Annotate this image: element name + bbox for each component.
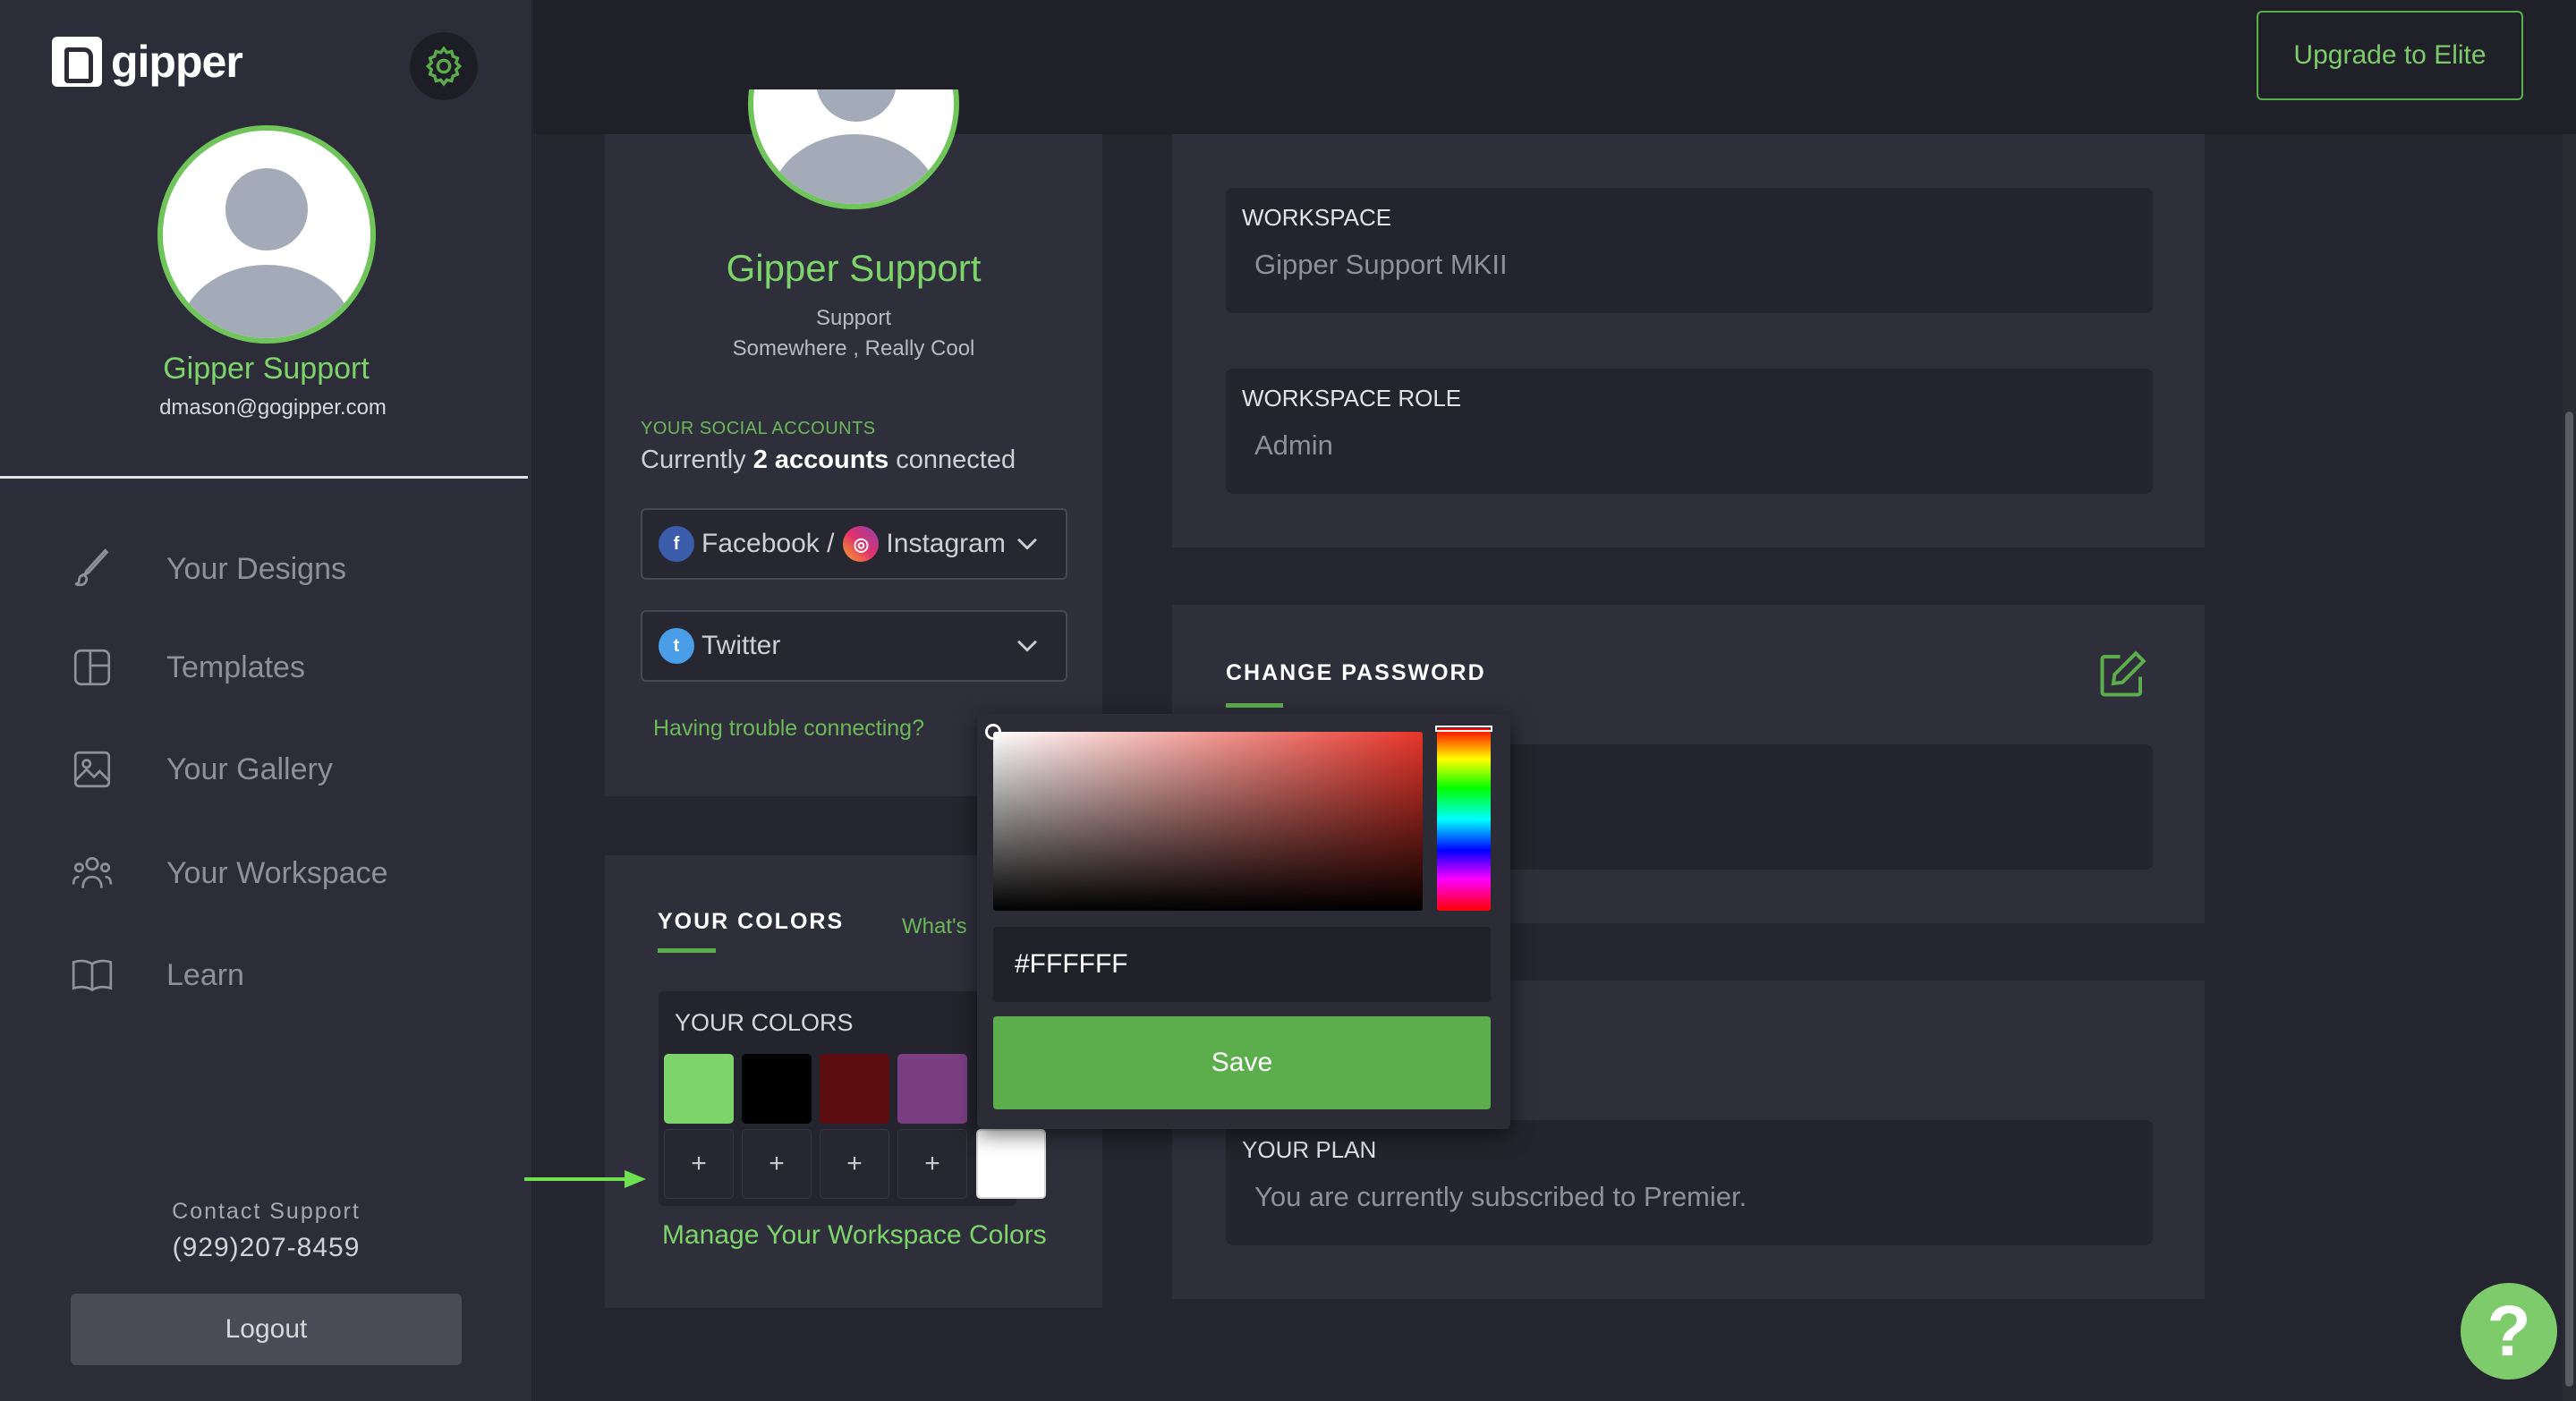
saturation-handle[interactable]: [985, 724, 1001, 740]
gipper-logo-icon: [52, 37, 102, 87]
brush-icon: [74, 548, 109, 587]
upgrade-button[interactable]: Upgrade to Elite: [2257, 11, 2523, 100]
field-label: YOUR PLAN: [1242, 1136, 1377, 1163]
sidebar-item-label: Your Designs: [166, 551, 346, 586]
sidebar-item-learn[interactable]: Learn: [70, 948, 499, 1002]
sidebar-user-email: dmason@gogipper.com: [159, 395, 387, 420]
hue-slider[interactable]: [1437, 728, 1491, 911]
logout-button[interactable]: Logout: [71, 1294, 462, 1365]
sidebar-item-templates[interactable]: Templates: [70, 641, 499, 694]
book-icon: [72, 959, 113, 992]
plan-field: YOUR PLAN You are currently subscribed t…: [1226, 1120, 2153, 1245]
saturation-area[interactable]: [993, 732, 1423, 911]
hue-handle[interactable]: [1435, 726, 1492, 732]
account-label: Facebook /: [701, 529, 835, 558]
account-label: Instagram: [886, 529, 1006, 558]
templates-icon: [73, 649, 111, 686]
contact-phone[interactable]: (929)207-8459: [0, 1233, 532, 1263]
instagram-icon: ◎: [843, 526, 880, 562]
palette-title: YOUR COLORS: [675, 1009, 854, 1036]
field-value: Gipper Support MKII: [1254, 249, 1508, 280]
sidebar-item-label: Learn: [166, 957, 244, 992]
sidebar-avatar[interactable]: [157, 125, 376, 344]
arrow-right-icon: [524, 1170, 646, 1188]
field-label: WORKSPACE: [1242, 204, 1392, 231]
hex-input[interactable]: #FFFFFF: [993, 927, 1491, 1002]
sidebar-item-your-workspace[interactable]: Your Workspace: [70, 846, 499, 900]
contact-support-label: Contact Support: [172, 1199, 361, 1224]
chevron-down-icon: [1017, 640, 1037, 652]
profile-avatar[interactable]: [748, 89, 959, 209]
profile-location: Somewhere , Really Cool: [732, 336, 975, 361]
sidebar-item-your-gallery[interactable]: Your Gallery: [70, 743, 499, 796]
change-password-title: CHANGE PASSWORD: [1226, 660, 1486, 685]
field-value: Admin: [1254, 429, 1333, 461]
social-count-prefix: Currently: [641, 446, 746, 474]
add-color-button[interactable]: +: [820, 1129, 889, 1199]
sidebar-item-your-designs[interactable]: Your Designs: [70, 542, 499, 596]
tab-your-colors[interactable]: YOUR COLORS: [658, 909, 844, 935]
workspace-field: WORKSPACE Gipper Support MKII: [1226, 188, 2153, 313]
gallery-icon: [73, 751, 111, 788]
color-swatch[interactable]: [897, 1054, 967, 1124]
social-count-value: 2 accounts: [752, 446, 889, 474]
add-color-button[interactable]: +: [897, 1129, 967, 1199]
sidebar-divider: [0, 476, 528, 479]
edit-icon[interactable]: [2096, 648, 2149, 701]
add-color-button[interactable]: +: [664, 1129, 734, 1199]
workspace-role-field: WORKSPACE ROLE Admin: [1226, 369, 2153, 494]
trouble-connecting-link[interactable]: Having trouble connecting?: [653, 716, 924, 742]
manage-workspace-colors-link[interactable]: Manage Your Workspace Colors: [662, 1220, 1047, 1251]
chevron-down-icon: [1017, 538, 1037, 550]
facebook-icon: f: [659, 526, 694, 562]
settings-button[interactable]: [410, 32, 478, 100]
profile-role: Support: [815, 306, 892, 330]
field-label: WORKSPACE ROLE: [1242, 385, 1462, 412]
logo-wordmark: gipper: [111, 37, 243, 87]
sidebar-user-name: Gipper Support: [163, 352, 370, 386]
title-underline: [1226, 703, 1283, 708]
tab-underline: [658, 948, 716, 953]
sidebar-item-label: Your Gallery: [166, 751, 333, 786]
gear-icon: [425, 46, 463, 87]
account-label: Twitter: [701, 631, 781, 660]
field-value: You are currently subscribed to Premier.: [1254, 1181, 1747, 1212]
facebook-instagram-select[interactable]: f Facebook / ◎ Instagram: [641, 508, 1067, 580]
social-accounts-count: Currently 2 accounts connected: [641, 446, 1016, 475]
social-count-suffix: connected: [896, 446, 1016, 474]
color-swatch[interactable]: [664, 1054, 734, 1124]
selected-color-swatch[interactable]: [976, 1129, 1046, 1199]
scrollbar-thumb[interactable]: [2565, 412, 2573, 1387]
twitter-icon: t: [659, 628, 694, 664]
add-color-button[interactable]: +: [742, 1129, 812, 1199]
help-button[interactable]: ?: [2461, 1283, 2557, 1380]
profile-name: Gipper Support: [726, 247, 982, 289]
social-accounts-label: YOUR SOCIAL ACCOUNTS: [641, 419, 876, 438]
logo[interactable]: gipper: [52, 36, 243, 88]
color-swatch[interactable]: [742, 1054, 812, 1124]
color-save-button[interactable]: Save: [993, 1016, 1491, 1109]
workspace-icon: [72, 856, 113, 888]
twitter-select[interactable]: t Twitter: [641, 610, 1067, 682]
whats-this-link[interactable]: What's: [902, 914, 967, 939]
color-swatch[interactable]: [820, 1054, 889, 1124]
sidebar-item-label: Templates: [166, 650, 305, 684]
sidebar-item-label: Your Workspace: [166, 855, 388, 890]
